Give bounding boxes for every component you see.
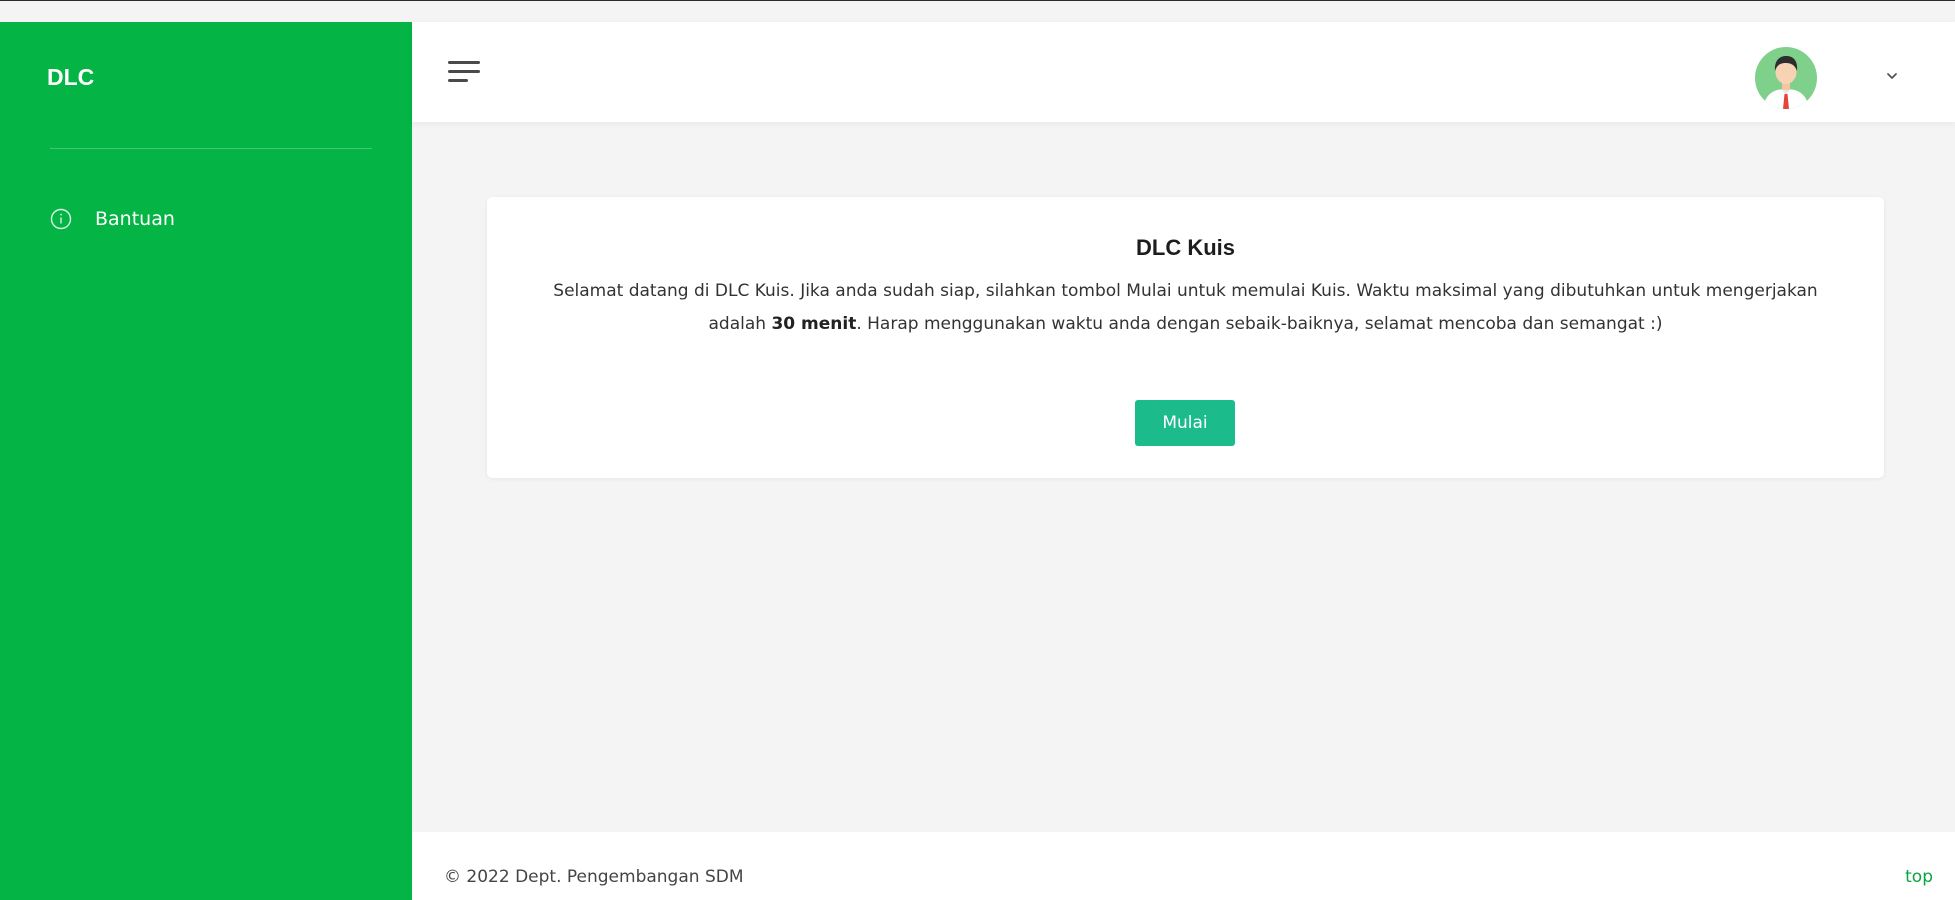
quiz-intro-card: DLC Kuis Selamat datang di DLC Kuis. Jik…	[487, 197, 1884, 478]
sidebar-item-bantuan[interactable]: Bantuan	[50, 208, 175, 230]
footer: © 2022 Dept. Pengembangan SDM top	[412, 832, 1955, 900]
hamburger-menu-icon[interactable]	[448, 58, 480, 86]
card-title: DLC Kuis	[1136, 235, 1235, 260]
duration-text: 30 menit	[771, 314, 857, 334]
user-avatar-icon[interactable]	[1755, 47, 1817, 109]
chevron-down-icon[interactable]	[1884, 68, 1900, 84]
footer-copyright: © 2022 Dept. Pengembangan SDM	[444, 867, 744, 887]
card-description: Selamat datang di DLC Kuis. Jika anda su…	[523, 275, 1848, 341]
app-window: DLC Bantuan DLC Kuis Selamat datang di D…	[0, 0, 1955, 900]
back-to-top-link[interactable]: top	[1905, 867, 1933, 887]
start-quiz-button[interactable]: Mulai	[1135, 400, 1235, 446]
window-top-border	[0, 0, 1955, 1]
topbar	[412, 22, 1955, 122]
description-text-end: . Harap menggunakan waktu anda dengan se…	[856, 314, 1663, 334]
info-circle-icon	[50, 208, 72, 230]
sidebar-brand[interactable]: DLC	[47, 64, 94, 91]
sidebar-divider	[50, 148, 372, 149]
sidebar-item-label: Bantuan	[95, 208, 175, 230]
sidebar: DLC Bantuan	[0, 22, 412, 900]
